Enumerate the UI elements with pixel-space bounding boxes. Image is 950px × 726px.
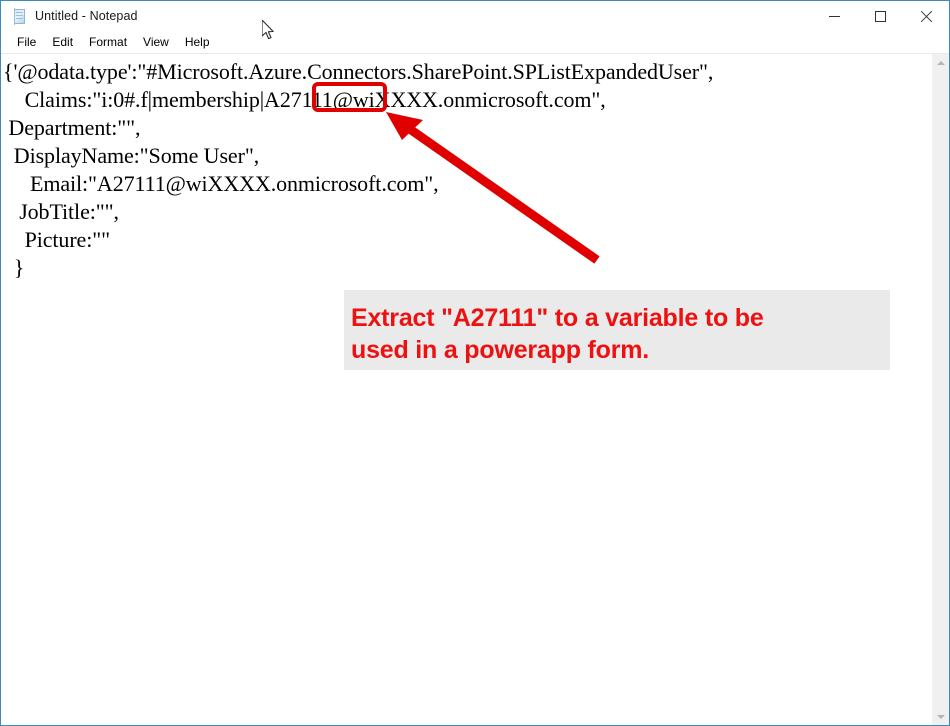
scroll-up-arrow[interactable] — [932, 54, 949, 71]
document-line: Claims:"i:0#.f|membership|A27111@wiXXXX.… — [3, 87, 606, 112]
close-button[interactable] — [903, 1, 949, 31]
text-editor[interactable]: {'@odata.type':"#Microsoft.Azure.Connect… — [1, 54, 931, 725]
notepad-icon — [10, 7, 27, 25]
close-icon — [920, 10, 933, 23]
maximize-button[interactable] — [857, 1, 903, 31]
title-bar: Untitled - Notepad — [1, 1, 949, 31]
menu-bar: File Edit Format View Help — [1, 31, 949, 54]
document-line: {'@odata.type':"#Microsoft.Azure.Connect… — [3, 59, 714, 84]
window-title: Untitled - Notepad — [35, 9, 138, 23]
minimize-icon — [828, 15, 840, 17]
document-line: JobTitle:"", — [3, 199, 119, 224]
editor-area: {'@odata.type':"#Microsoft.Azure.Connect… — [1, 54, 949, 725]
title-bar-left: Untitled - Notepad — [1, 7, 138, 25]
document-line: } — [3, 255, 25, 280]
maximize-icon — [874, 10, 886, 22]
menu-item-edit[interactable]: Edit — [44, 34, 81, 50]
document-line: Picture:"" — [3, 227, 111, 252]
document-line: DisplayName:"Some User", — [3, 143, 260, 168]
document-line: Department:"", — [3, 115, 141, 140]
menu-item-help[interactable]: Help — [177, 34, 218, 50]
scroll-down-arrow[interactable] — [932, 708, 949, 725]
menu-item-view[interactable]: View — [135, 34, 177, 50]
document-line: Email:"A27111@wiXXXX.onmicrosoft.com", — [3, 171, 439, 196]
vertical-scrollbar[interactable] — [931, 54, 949, 725]
menu-item-file[interactable]: File — [9, 34, 44, 50]
notepad-window: Untitled - Notepad File Edit Format View… — [0, 0, 950, 726]
window-controls — [811, 1, 949, 31]
minimize-button[interactable] — [811, 1, 857, 31]
menu-item-format[interactable]: Format — [81, 34, 135, 50]
